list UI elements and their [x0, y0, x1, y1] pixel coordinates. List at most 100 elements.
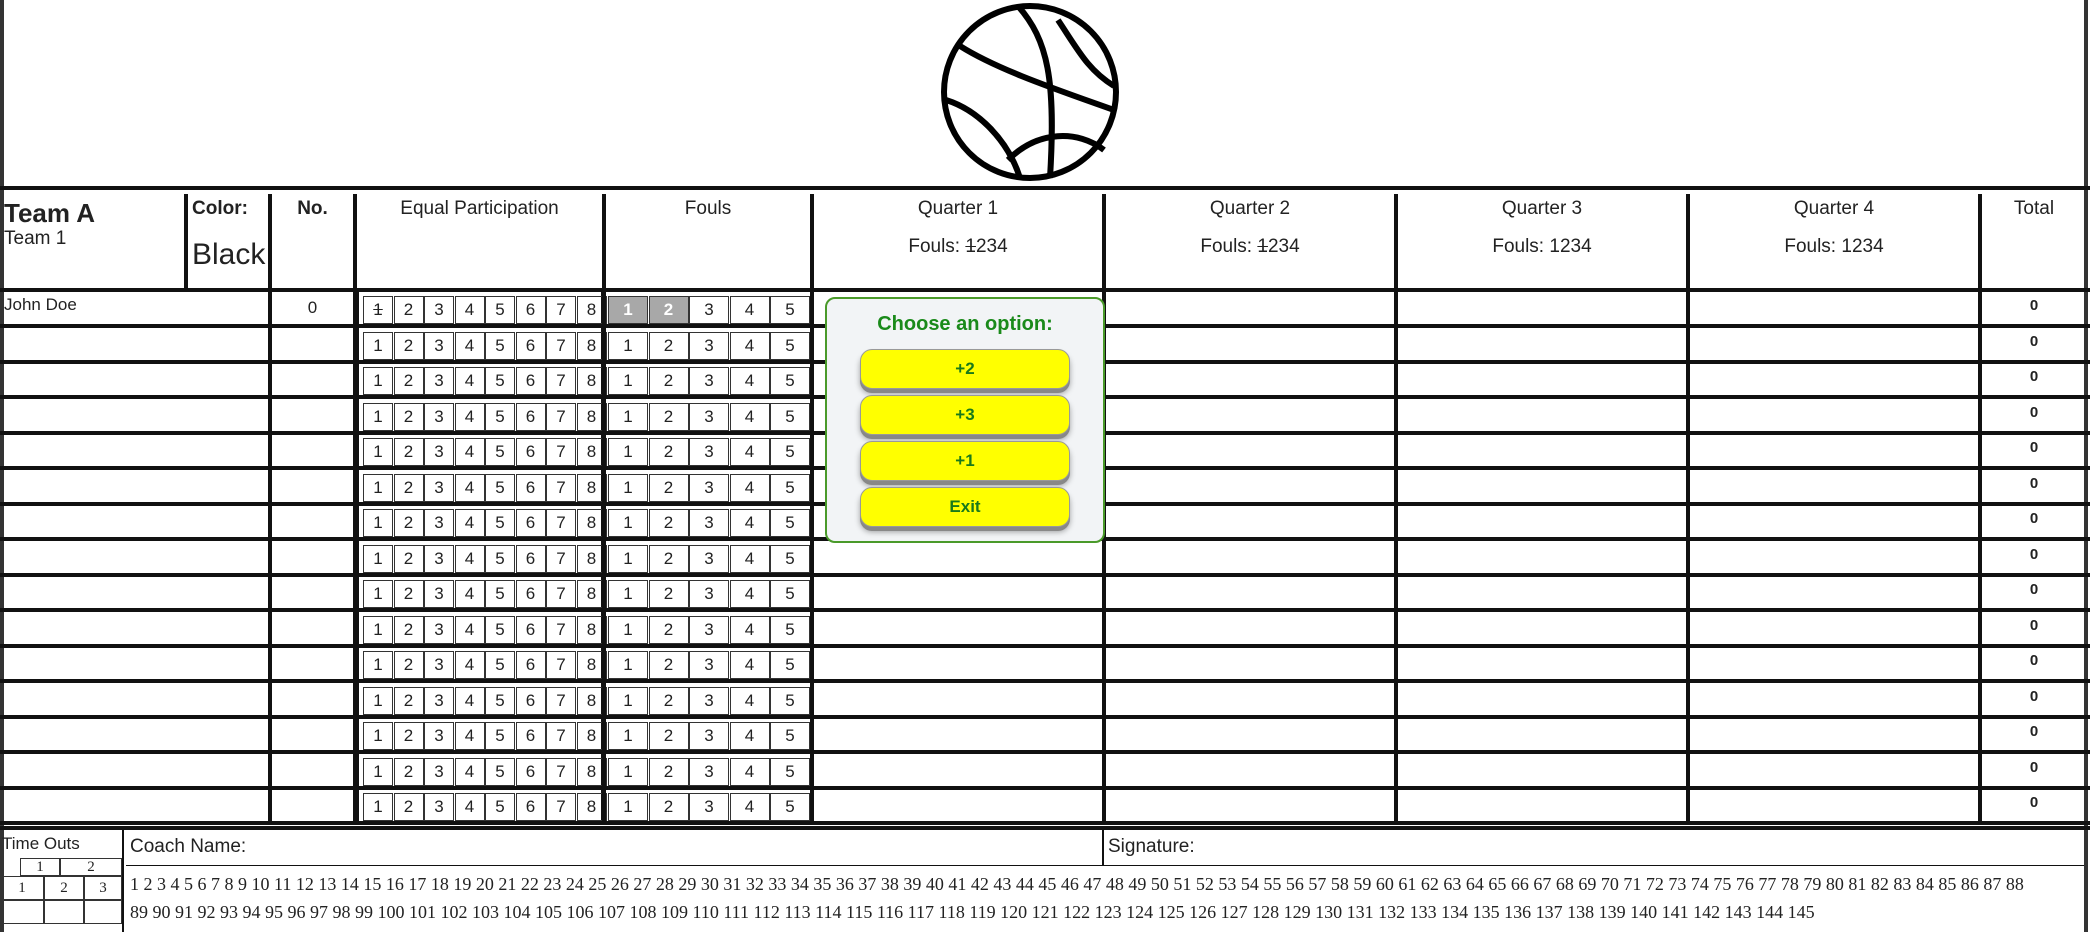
participation-box[interactable]: 7: [546, 758, 576, 786]
timeout-slot[interactable]: 1: [0, 876, 44, 900]
quarter-4-score-cell[interactable]: [1690, 470, 1982, 502]
participation-box[interactable]: 7: [546, 545, 576, 573]
participation-box[interactable]: 5: [485, 474, 515, 502]
participation-box[interactable]: 2: [393, 687, 424, 715]
participation-box[interactable]: 3: [424, 758, 454, 786]
participation-box[interactable]: 5: [485, 580, 515, 608]
participation-box[interactable]: 7: [546, 651, 576, 679]
signature-field[interactable]: Signature:: [1104, 830, 2084, 866]
player-number[interactable]: [272, 718, 357, 750]
timeout-slot-empty[interactable]: [84, 900, 122, 924]
participation-box[interactable]: 5: [485, 758, 515, 786]
quarter-3-score-cell[interactable]: [1398, 647, 1690, 679]
participation-box[interactable]: 5: [485, 296, 515, 324]
player-name[interactable]: [0, 399, 272, 431]
quarter-4-score-cell[interactable]: [1690, 363, 1982, 395]
quarter-4-score-cell[interactable]: [1690, 612, 1982, 644]
quarter-2-score-cell[interactable]: [1106, 541, 1398, 573]
timeout-slot[interactable]: 2: [44, 876, 84, 900]
quarter-2-score-cell[interactable]: [1106, 612, 1398, 644]
participation-box[interactable]: 6: [515, 367, 546, 395]
timeout-slot[interactable]: 3: [84, 876, 122, 900]
quarter-4-score-cell[interactable]: [1690, 789, 1982, 821]
quarter-2-score-cell[interactable]: [1106, 434, 1398, 466]
quarter-4-score-cell[interactable]: [1690, 754, 1982, 786]
participation-box[interactable]: 7: [546, 722, 576, 750]
participation-box[interactable]: 4: [454, 296, 485, 324]
participation-box[interactable]: 7: [546, 580, 576, 608]
participation-box[interactable]: 1: [363, 367, 393, 395]
player-name[interactable]: [0, 718, 272, 750]
participation-box[interactable]: 5: [485, 509, 515, 537]
player-number[interactable]: [272, 505, 357, 537]
participation-box[interactable]: 6: [515, 474, 546, 502]
quarter-3-score-cell[interactable]: [1398, 399, 1690, 431]
participation-box[interactable]: 1: [363, 580, 393, 608]
coach-name-field[interactable]: Coach Name:: [126, 830, 1104, 866]
participation-box[interactable]: 3: [424, 651, 454, 679]
participation-box[interactable]: 1: [363, 651, 393, 679]
participation-box[interactable]: 3: [424, 403, 454, 431]
quarter-4-score-cell[interactable]: [1690, 647, 1982, 679]
player-number[interactable]: [272, 683, 357, 715]
quarter-1-score-cell[interactable]: [814, 612, 1106, 644]
quarter-1-score-cell[interactable]: [814, 683, 1106, 715]
participation-box[interactable]: 4: [454, 474, 485, 502]
participation-box[interactable]: 5: [485, 332, 515, 360]
participation-box[interactable]: 2: [393, 403, 424, 431]
participation-box[interactable]: 7: [546, 403, 576, 431]
participation-box[interactable]: 2: [393, 793, 424, 821]
player-number[interactable]: [272, 399, 357, 431]
quarter-2-score-cell[interactable]: [1106, 576, 1398, 608]
participation-box[interactable]: 1: [363, 403, 393, 431]
participation-box[interactable]: 4: [454, 367, 485, 395]
participation-box[interactable]: 1: [363, 332, 393, 360]
participation-box[interactable]: 3: [424, 474, 454, 502]
quarter-fouls[interactable]: Fouls: 1234: [1106, 236, 1394, 258]
participation-box[interactable]: 4: [454, 758, 485, 786]
quarter-2-score-cell[interactable]: [1106, 328, 1398, 360]
participation-box[interactable]: 3: [424, 722, 454, 750]
quarter-2-score-cell[interactable]: [1106, 718, 1398, 750]
player-number[interactable]: [272, 541, 357, 573]
quarter-1-score-cell[interactable]: [814, 754, 1106, 786]
player-number[interactable]: 0: [272, 292, 357, 324]
participation-box[interactable]: 2: [393, 758, 424, 786]
player-name[interactable]: [0, 576, 272, 608]
player-number[interactable]: [272, 470, 357, 502]
quarter-1-score-cell[interactable]: [814, 576, 1106, 608]
participation-box[interactable]: 1: [363, 758, 393, 786]
participation-box[interactable]: 7: [546, 296, 576, 324]
participation-box[interactable]: 6: [515, 793, 546, 821]
add-three-button[interactable]: +3: [860, 395, 1070, 435]
participation-box[interactable]: 2: [393, 332, 424, 360]
participation-box[interactable]: 5: [485, 722, 515, 750]
player-name[interactable]: [0, 470, 272, 502]
participation-box[interactable]: 4: [454, 722, 485, 750]
quarter-3-score-cell[interactable]: [1398, 612, 1690, 644]
add-two-button[interactable]: +2: [860, 349, 1070, 389]
participation-box[interactable]: 2: [393, 438, 424, 466]
participation-box[interactable]: 7: [546, 509, 576, 537]
quarter-3-score-cell[interactable]: [1398, 292, 1690, 324]
participation-box[interactable]: 1: [363, 438, 393, 466]
timeout-slot-empty[interactable]: [0, 900, 44, 924]
quarter-2-score-cell[interactable]: [1106, 754, 1398, 786]
quarter-3-score-cell[interactable]: [1398, 683, 1690, 715]
participation-box[interactable]: 4: [454, 332, 485, 360]
participation-box[interactable]: 2: [393, 580, 424, 608]
participation-box[interactable]: 7: [546, 793, 576, 821]
participation-box[interactable]: 3: [424, 296, 454, 324]
quarter-3-score-cell[interactable]: [1398, 434, 1690, 466]
quarter-fouls[interactable]: Fouls: 1234: [1690, 236, 1978, 258]
quarter-4-score-cell[interactable]: [1690, 683, 1982, 715]
quarter-4-score-cell[interactable]: [1690, 399, 1982, 431]
participation-box[interactable]: 2: [393, 509, 424, 537]
quarter-3-score-cell[interactable]: [1398, 541, 1690, 573]
participation-box[interactable]: 1: [363, 687, 393, 715]
participation-box[interactable]: 4: [454, 580, 485, 608]
participation-box[interactable]: 3: [424, 367, 454, 395]
participation-box[interactable]: 5: [485, 616, 515, 644]
participation-box[interactable]: 7: [546, 367, 576, 395]
quarter-4-score-cell[interactable]: [1690, 541, 1982, 573]
